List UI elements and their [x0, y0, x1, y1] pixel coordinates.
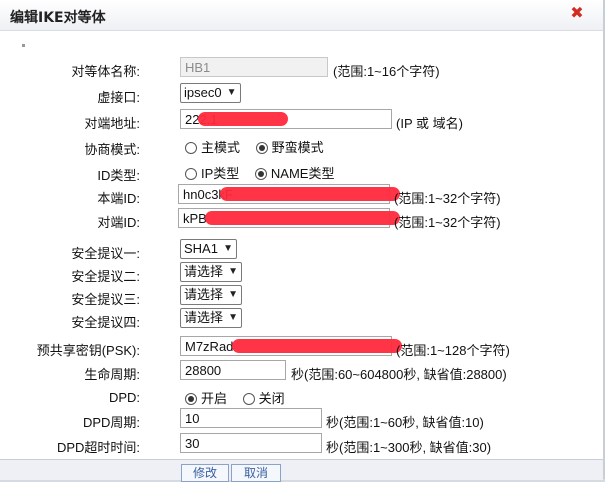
dpd-timeout-label: DPD超时时间: — [56, 440, 140, 455]
dpd-period-label: DPD周期: — [82, 415, 140, 430]
ip-type-label: IP类型 — [201, 166, 240, 181]
proposal-4-label: 安全提议四: — [71, 315, 140, 330]
proposal-1-select[interactable]: SHA1 ▼ — [180, 239, 237, 259]
proposal-3-value: 请选择 — [184, 287, 224, 302]
row-dpd-timeout: DPD超时时间: 秒(范围:1~300秒, 缺省值:30) — [0, 433, 603, 457]
peer-id-hint: (范围:1~32个字符) — [394, 215, 501, 230]
row-proposal-2: 安全提议二: 请选择 ▼ — [0, 262, 603, 286]
proposal-4-value: 请选择 — [184, 310, 224, 325]
proposal-1-value: SHA1 — [184, 241, 218, 256]
peer-address-hint: (IP 或 域名) — [396, 116, 463, 131]
virtual-interface-select[interactable]: ipsec0 ▼ — [180, 83, 241, 103]
dpd-radios: 开启 关闭 — [185, 388, 297, 407]
row-peer-id: 对端ID: (范围:1~32个字符) — [0, 208, 603, 232]
lifetime-input[interactable] — [180, 360, 286, 380]
negotiation-mode-radios: 主模式 野蛮模式 — [185, 137, 336, 156]
lifetime-hint: 秒(范围:60~604800秒, 缺省值:28800) — [291, 367, 507, 382]
aggressive-mode-radio[interactable] — [255, 142, 268, 154]
name-type-label: NAME类型 — [270, 166, 335, 181]
psk-hint: (范围:1~128个字符) — [396, 343, 510, 358]
cancel-button[interactable]: 取消 — [231, 464, 281, 482]
modify-button[interactable]: 修改 — [181, 464, 229, 482]
dpd-on-label: 开启 — [201, 391, 228, 406]
proposal-3-label: 安全提议三: — [71, 292, 140, 307]
row-lifetime: 生命周期: 秒(范围:60~604800秒, 缺省值:28800) — [0, 360, 603, 384]
main-mode-label: 主模式 — [201, 140, 241, 155]
dpd-off-radio[interactable] — [242, 393, 255, 405]
redaction-mark — [198, 112, 288, 126]
local-id-label: 本端ID: — [97, 191, 140, 206]
name-type-radio[interactable] — [254, 168, 267, 180]
chevron-down-icon: ▼ — [223, 243, 233, 254]
peer-name-hint: (范围:1~16个字符) — [333, 64, 440, 79]
row-dpd-period: DPD周期: 秒(范围:1~60秒, 缺省值:10) — [0, 408, 603, 432]
row-id-type: ID类型: IP类型 NAME类型 — [0, 161, 603, 185]
id-type-label: ID类型: — [97, 168, 140, 183]
row-proposal-4: 安全提议四: 请选择 ▼ — [0, 308, 603, 332]
redaction-mark — [205, 211, 400, 225]
chevron-down-icon: ▼ — [228, 312, 239, 323]
close-icon[interactable]: ✖ — [568, 5, 586, 23]
dpd-timeout-hint: 秒(范围:1~300秒, 缺省值:30) — [326, 440, 492, 455]
row-local-id: 本端ID: (范围:1~32个字符) — [0, 184, 603, 208]
aggressive-mode-label: 野蛮模式 — [271, 140, 324, 155]
psk-label: 预共享密钥(PSK): — [36, 343, 140, 358]
dialog-title: 编辑IKE对等体 — [10, 10, 106, 26]
main-mode-radio[interactable] — [185, 142, 197, 154]
decorative-dot — [22, 44, 25, 47]
chevron-down-icon: ▼ — [228, 266, 239, 277]
chevron-down-icon: ▼ — [226, 87, 237, 98]
dpd-period-hint: 秒(范围:1~60秒, 缺省值:10) — [326, 415, 484, 430]
row-dpd: DPD: 开启 关闭 — [0, 386, 603, 410]
dpd-label: DPD: — [108, 390, 140, 405]
peer-id-label: 对端ID: — [97, 215, 140, 230]
peer-address-label: 对端地址: — [84, 116, 140, 131]
proposal-2-label: 安全提议二: — [71, 269, 140, 284]
proposal-1-label: 安全提议一: — [71, 246, 140, 261]
peer-name-input[interactable] — [180, 57, 328, 77]
row-virtual-interface: 虚接口: ipsec0 ▼ — [0, 83, 603, 107]
dpd-timeout-input[interactable] — [180, 433, 322, 453]
row-psk: 预共享密钥(PSK): (范围:1~128个字符) — [0, 336, 603, 360]
negotiation-mode-label: 协商模式: — [84, 142, 140, 157]
dpd-on-radio[interactable] — [185, 393, 197, 405]
proposal-3-select[interactable]: 请选择 ▼ — [180, 285, 243, 305]
dialog-footer: 修改 取消 — [0, 459, 603, 482]
dpd-period-input[interactable] — [180, 408, 322, 428]
row-peer-name: 对等体名称: (范围:1~16个字符) — [0, 57, 603, 81]
peer-name-label: 对等体名称: — [71, 64, 140, 79]
edit-ike-peer-dialog: 编辑IKE对等体 ✖ 对等体名称: (范围:1~16个字符) 虚接口: ipse… — [0, 0, 605, 482]
lifetime-label: 生命周期: — [84, 367, 140, 382]
row-negotiation-mode: 协商模式: 主模式 野蛮模式 — [0, 135, 603, 159]
local-id-hint: (范围:1~32个字符) — [394, 191, 501, 206]
row-proposal-1: 安全提议一: SHA1 ▼ — [0, 239, 603, 263]
redaction-mark — [232, 339, 402, 353]
dpd-off-label: 关闭 — [258, 391, 285, 406]
ip-type-radio[interactable] — [185, 168, 197, 180]
row-proposal-3: 安全提议三: 请选择 ▼ — [0, 285, 603, 309]
proposal-2-value: 请选择 — [184, 264, 224, 279]
proposal-4-select[interactable]: 请选择 ▼ — [180, 308, 243, 328]
virtual-interface-value: ipsec0 — [184, 85, 222, 100]
proposal-2-select[interactable]: 请选择 ▼ — [180, 262, 243, 282]
redaction-mark — [220, 187, 400, 201]
chevron-down-icon: ▼ — [228, 289, 239, 300]
virtual-interface-label: 虚接口: — [97, 90, 140, 105]
row-peer-address: 对端地址: (IP 或 域名) — [0, 109, 603, 133]
id-type-radios: IP类型 NAME类型 — [185, 163, 346, 182]
dialog-titlebar: 编辑IKE对等体 ✖ — [0, 0, 603, 31]
